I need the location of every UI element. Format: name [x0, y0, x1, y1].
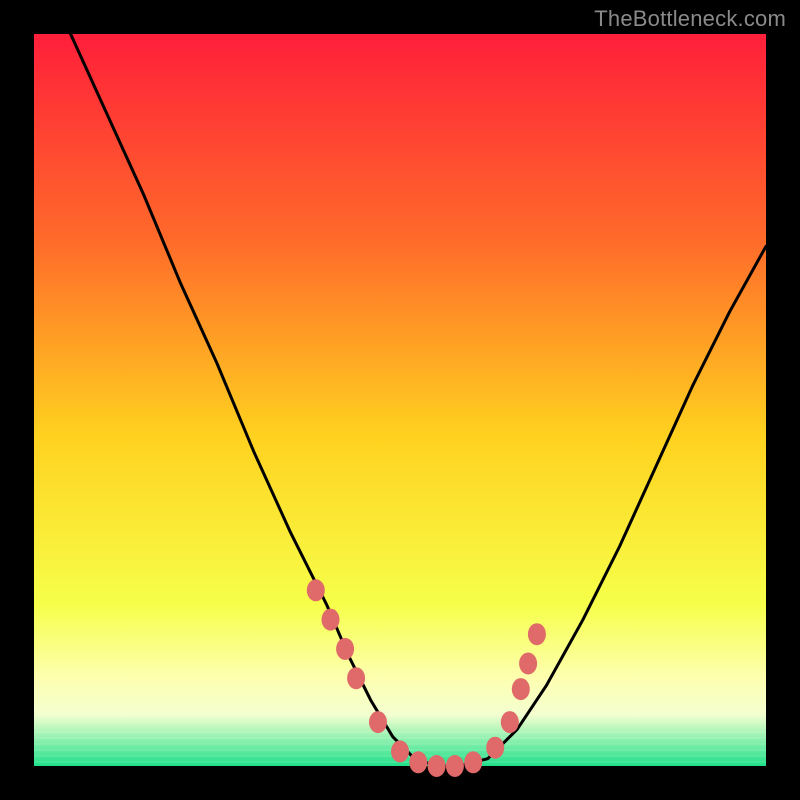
curve-marker — [464, 751, 482, 773]
curve-marker — [501, 711, 519, 733]
curve-marker — [528, 623, 546, 645]
watermark-label: TheBottleneck.com — [594, 6, 786, 32]
curve-marker — [512, 678, 530, 700]
curve-marker — [519, 653, 537, 675]
curve-marker — [428, 755, 446, 777]
chart-stage: TheBottleneck.com — [0, 0, 800, 800]
gradient-panel — [34, 34, 766, 766]
curve-marker — [446, 755, 464, 777]
curve-marker — [322, 609, 340, 631]
curve-marker — [336, 638, 354, 660]
curve-marker — [369, 711, 387, 733]
bottleneck-chart — [0, 0, 800, 800]
curve-marker — [486, 737, 504, 759]
curve-marker — [409, 751, 427, 773]
curve-marker — [347, 667, 365, 689]
curve-marker — [307, 579, 325, 601]
curve-marker — [391, 740, 409, 762]
